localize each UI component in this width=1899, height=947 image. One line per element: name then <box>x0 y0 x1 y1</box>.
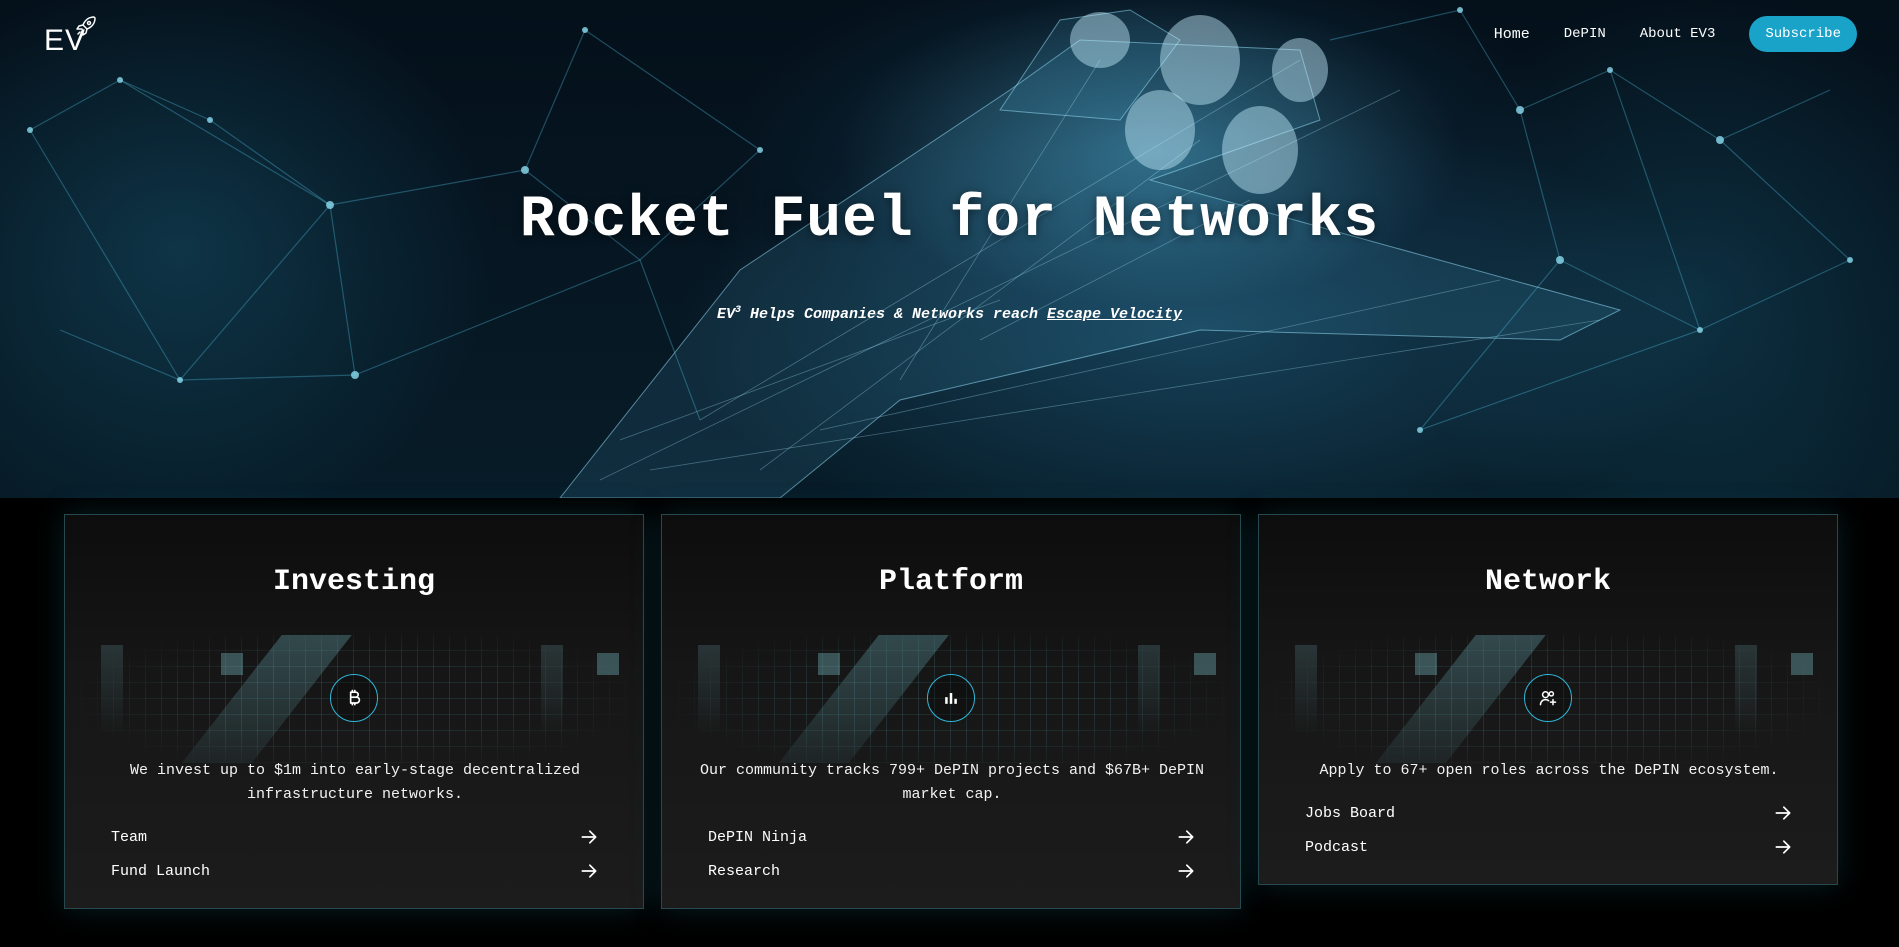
card-title: Network <box>1484 565 1612 599</box>
arrow-right-icon <box>1775 806 1791 820</box>
nav-link-home[interactable]: Home <box>1494 26 1530 43</box>
nav-link-depin[interactable]: DePIN <box>1564 26 1606 42</box>
card-description: Apply to 67+ open roles across the DePIN… <box>1319 762 1779 779</box>
arrow-right-icon <box>581 830 597 844</box>
main-nav: Home DePIN About EV3 Subscribe <box>1494 16 1857 52</box>
link-research[interactable]: Research <box>708 854 1196 888</box>
subtitle-text: Helps Companies & Networks reach <box>740 306 1048 323</box>
link-team[interactable]: Team <box>111 820 599 854</box>
ev3-logo[interactable]: EV <box>44 14 104 58</box>
subtitle-brand: EV <box>716 306 735 323</box>
card-links: Team Fund Launch <box>111 820 599 888</box>
hero-title: Rocket Fuel for Networks <box>519 188 1380 253</box>
arrow-right-icon <box>1775 840 1791 854</box>
card-platform: Platform Our community tracks 799+ DePIN… <box>661 514 1241 909</box>
card-links: DePIN Ninja Research <box>708 820 1196 888</box>
link-podcast[interactable]: Podcast <box>1305 830 1793 864</box>
link-label: Jobs Board <box>1305 804 1396 822</box>
feature-cards: Investing We invest up to $1m into early… <box>64 514 1840 914</box>
arrow-right-icon <box>1178 830 1194 844</box>
card-network: Network Apply to 67+ open roles across t… <box>1258 514 1838 885</box>
subscribe-button[interactable]: Subscribe <box>1749 16 1857 52</box>
rocket-icon <box>76 16 96 36</box>
arrow-right-icon <box>581 864 597 878</box>
link-label: Podcast <box>1305 838 1369 856</box>
card-description: Our community tracks 799+ DePIN projects… <box>699 762 1205 803</box>
card-title: Platform <box>878 565 1024 599</box>
bitcoin-icon <box>330 674 378 722</box>
link-label: Fund Launch <box>111 862 211 880</box>
card-investing: Investing We invest up to $1m into early… <box>64 514 644 909</box>
escape-velocity-link[interactable]: Escape Velocity <box>1047 306 1182 323</box>
bar-chart-icon <box>927 674 975 722</box>
hero-subtitle: EV3 Helps Companies & Networks reach Esc… <box>0 305 1899 323</box>
arrow-right-icon <box>1178 864 1194 878</box>
hero-section: EV Home DePIN About EV3 Subscribe Rocket… <box>0 0 1899 498</box>
nav-link-about[interactable]: About EV3 <box>1640 26 1716 42</box>
user-plus-icon <box>1524 674 1572 722</box>
link-label: DePIN Ninja <box>708 828 808 846</box>
card-description: We invest up to $1m into early-stage dec… <box>129 762 581 803</box>
link-fund-launch[interactable]: Fund Launch <box>111 854 599 888</box>
card-title: Investing <box>272 565 436 599</box>
link-jobs-board[interactable]: Jobs Board <box>1305 796 1793 830</box>
link-label: Team <box>111 828 148 846</box>
link-depin-ninja[interactable]: DePIN Ninja <box>708 820 1196 854</box>
link-label: Research <box>708 862 781 880</box>
card-links: Jobs Board Podcast <box>1305 796 1793 864</box>
